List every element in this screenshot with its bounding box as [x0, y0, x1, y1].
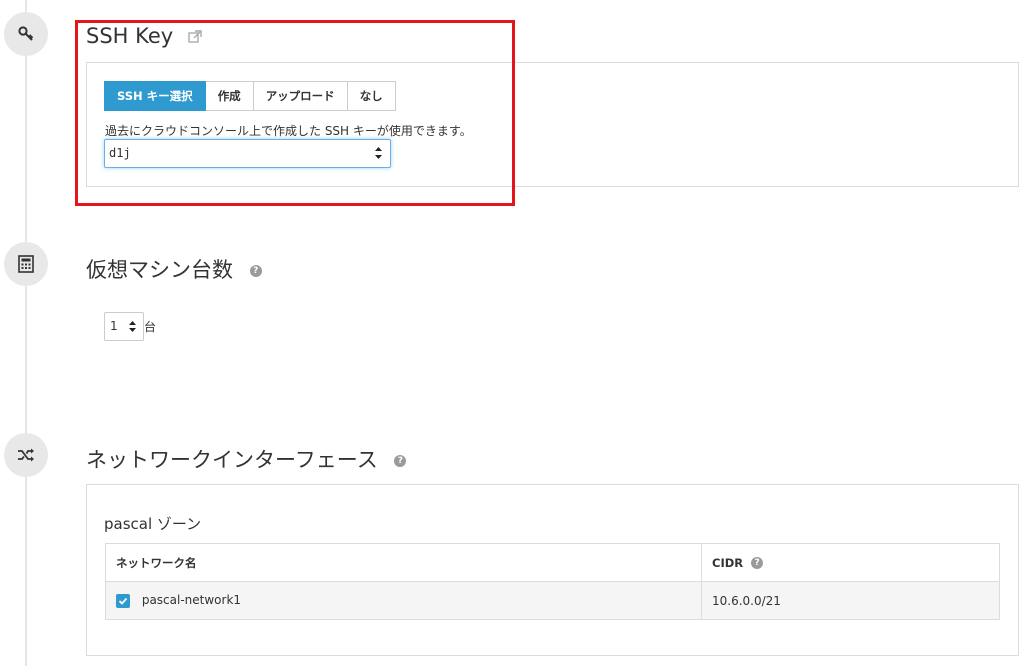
vm-count-select[interactable]: 1 [104, 312, 144, 341]
select-arrows-icon [129, 321, 136, 332]
table-header-row: ネットワーク名 CIDR ? [105, 543, 1000, 582]
cidr-cell: 10.6.0.0/21 [701, 581, 1000, 620]
timeline-line [25, 0, 27, 666]
table-row: pascal-network1 10.6.0.0/21 [105, 581, 1000, 620]
key-icon [4, 12, 48, 56]
vm-section-title: 仮想マシン台数 ? [86, 254, 262, 284]
help-icon[interactable]: ? [751, 557, 764, 569]
help-icon[interactable]: ? [249, 265, 262, 277]
help-icon[interactable]: ? [394, 455, 407, 467]
zone-title: pascal ゾーン [104, 515, 202, 533]
network-name-cell: pascal-network1 [105, 581, 702, 620]
vm-count-value: 1 [110, 319, 118, 333]
network-section-title: ネットワークインターフェース ? [86, 444, 407, 474]
highlight-box [75, 20, 515, 206]
network-name: pascal-network1 [141, 593, 242, 608]
shuffle-icon [4, 433, 48, 477]
checkbox-icon[interactable] [116, 593, 130, 608]
vm-count-unit: 台 [144, 320, 157, 334]
column-cidr: CIDR ? [701, 543, 1000, 582]
network-table: ネットワーク名 CIDR ? pascal-network1 10.6.0.0/… [105, 543, 1000, 620]
calculator-icon [4, 242, 48, 286]
column-network-name: ネットワーク名 [105, 543, 702, 582]
